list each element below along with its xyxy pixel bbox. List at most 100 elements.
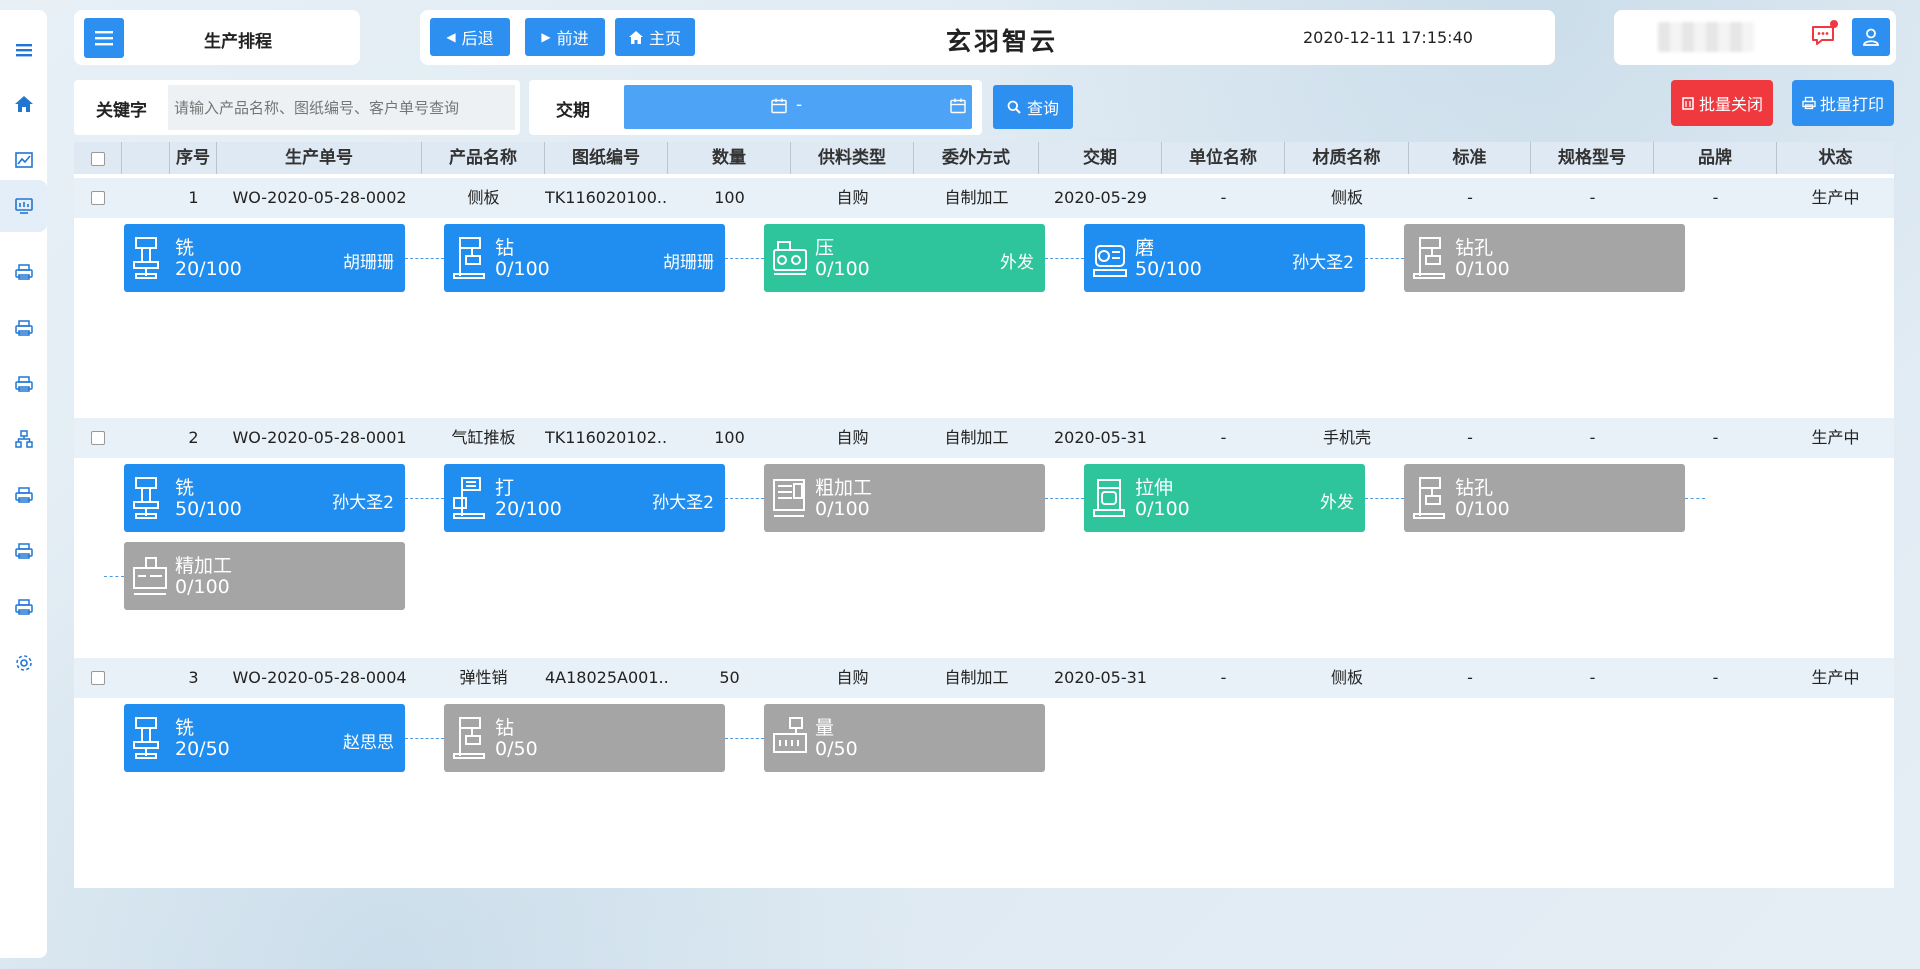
header-seq: 序号: [170, 142, 217, 174]
table-cell: -: [1467, 428, 1473, 447]
table-cell: 侧板: [1330, 188, 1363, 207]
avatar: [1658, 22, 1754, 52]
process-card[interactable]: 磨 50/100 孙大圣2: [1084, 224, 1365, 292]
forward-button[interactable]: ▶ 前进: [525, 18, 605, 56]
process-name: 粗加工: [815, 477, 873, 499]
batch-close-button[interactable]: 批量关闭: [1671, 80, 1773, 126]
printer-icon: [1802, 96, 1816, 110]
table-row[interactable]: 1 WO-2020-05-28-0002 侧板 TK116020100... 100 自购…: [74, 178, 1894, 218]
header-delivery: 交期: [1039, 142, 1162, 174]
printer-icon[interactable]: [0, 361, 47, 407]
user-panel: [1614, 10, 1896, 65]
table-cell: TK116020102...: [545, 428, 668, 447]
process-name: 压: [815, 237, 835, 259]
trash-icon: [1682, 97, 1694, 110]
menu-icon[interactable]: [0, 27, 47, 73]
header-order-no: 生产单号: [217, 142, 422, 174]
table-cell: 自购: [836, 428, 869, 447]
table-cell: -: [1220, 428, 1227, 447]
process-progress: 0/100: [1455, 258, 1510, 280]
table-cell: -: [1467, 668, 1473, 687]
schedule-table: 序号 生产单号 产品名称 图纸编号 数量 供料类型 委外方式 交期 单位名称 材…: [74, 142, 1894, 888]
process-card[interactable]: 铣 50/100 孙大圣2: [124, 464, 405, 532]
process-card[interactable]: 量 0/50: [764, 704, 1045, 772]
table-cell: 自制加工: [944, 428, 1009, 447]
calendar-icon: [950, 98, 966, 114]
table-cell: 100: [714, 188, 745, 207]
table-row[interactable]: 2 WO-2020-05-28-0001 气缸推板 TK116020102... 100…: [74, 418, 1894, 458]
batch-close-label: 批量关闭: [1698, 95, 1763, 114]
table-cell: 生产中: [1811, 188, 1860, 207]
keyword-input[interactable]: [168, 85, 515, 130]
header-supply-type: 供料类型: [791, 142, 914, 174]
user-icon: [1863, 28, 1879, 46]
process-connector: [725, 498, 764, 499]
header-material: 材质名称: [1285, 142, 1409, 174]
process-name: 量: [815, 717, 835, 739]
table-cell: 50: [719, 668, 740, 687]
process-card[interactable]: 压 0/100 外发: [764, 224, 1045, 292]
process-card[interactable]: 打 20/100 孙大圣2: [444, 464, 725, 532]
table-cell: 2020-05-31: [1054, 668, 1147, 687]
header-select-all: [74, 142, 122, 174]
process-progress: 0/100: [1455, 498, 1510, 520]
monitor-icon[interactable]: [0, 180, 47, 232]
home-icon[interactable]: [0, 81, 47, 127]
process-progress: 20/100: [175, 258, 242, 280]
process-card[interactable]: 精加工 0/100: [124, 542, 405, 610]
drill-press-icon: [453, 717, 485, 759]
printer-icon[interactable]: [0, 528, 47, 574]
table-cell: WO-2020-05-28-0001: [232, 428, 407, 447]
printer-icon[interactable]: [0, 584, 47, 630]
delivery-label: 交期: [556, 101, 590, 121]
home-button[interactable]: 主页: [615, 18, 695, 56]
process-card[interactable]: 拉伸 0/100 外发: [1084, 464, 1365, 532]
drill-press-icon: [1413, 477, 1445, 519]
printer-icon[interactable]: [0, 472, 47, 518]
table-cell: 生产中: [1811, 428, 1860, 447]
row-checkbox[interactable]: [91, 671, 105, 685]
row-checkbox[interactable]: [91, 431, 105, 445]
message-button[interactable]: [1810, 20, 1838, 50]
press-machine-icon: [773, 241, 807, 275]
process-card[interactable]: 钻孔 0/100: [1404, 464, 1685, 532]
process-progress: 0/50: [495, 738, 538, 760]
process-name: 钻孔: [1455, 237, 1494, 259]
page-title-panel: 生产排程: [74, 10, 360, 65]
table-cell: 手机壳: [1322, 428, 1371, 447]
process-card[interactable]: 粗加工 0/100: [764, 464, 1045, 532]
printer-icon[interactable]: [0, 305, 47, 351]
back-button[interactable]: ◀ 后退: [430, 18, 510, 56]
delivery-date-range[interactable]: -: [624, 85, 972, 129]
milling-machine-icon: [133, 237, 159, 279]
table-row[interactable]: 3 WO-2020-05-28-0004 弹性销 4A18025A001... 50 自购…: [74, 658, 1894, 698]
select-all-checkbox[interactable]: [91, 152, 105, 166]
process-name: 铣: [175, 237, 195, 259]
table-cell: 自购: [836, 188, 869, 207]
batch-print-button[interactable]: 批量打印: [1792, 80, 1894, 126]
table-cell: 3: [188, 668, 199, 687]
delivery-value: -: [796, 95, 803, 115]
chart-icon[interactable]: [0, 137, 47, 183]
gear-icon[interactable]: [0, 640, 47, 686]
forward-label: 前进: [556, 29, 589, 48]
process-connector: [405, 738, 444, 739]
drill-press-icon: [1413, 237, 1445, 279]
process-card[interactable]: 钻 0/50: [444, 704, 725, 772]
user-button[interactable]: [1852, 18, 1890, 56]
process-name: 拉伸: [1135, 477, 1174, 499]
process-card[interactable]: 钻孔 0/100: [1404, 224, 1685, 292]
printer-icon[interactable]: [0, 249, 47, 295]
menu-toggle-button[interactable]: [84, 18, 124, 58]
process-worker: 胡珊珊: [663, 253, 714, 273]
process-card[interactable]: 铣 20/100 胡珊珊: [124, 224, 405, 292]
query-button[interactable]: 查询: [993, 85, 1073, 129]
process-worker: 外发: [1320, 493, 1354, 513]
process-name: 铣: [175, 477, 195, 499]
org-chart-icon[interactable]: [0, 416, 47, 462]
process-card[interactable]: 铣 20/50 赵思思: [124, 704, 405, 772]
process-card[interactable]: 钻 0/100 胡珊珊: [444, 224, 725, 292]
header-brand: 品牌: [1654, 142, 1777, 174]
process-progress: 0/100: [1135, 498, 1190, 520]
row-checkbox[interactable]: [91, 191, 105, 205]
